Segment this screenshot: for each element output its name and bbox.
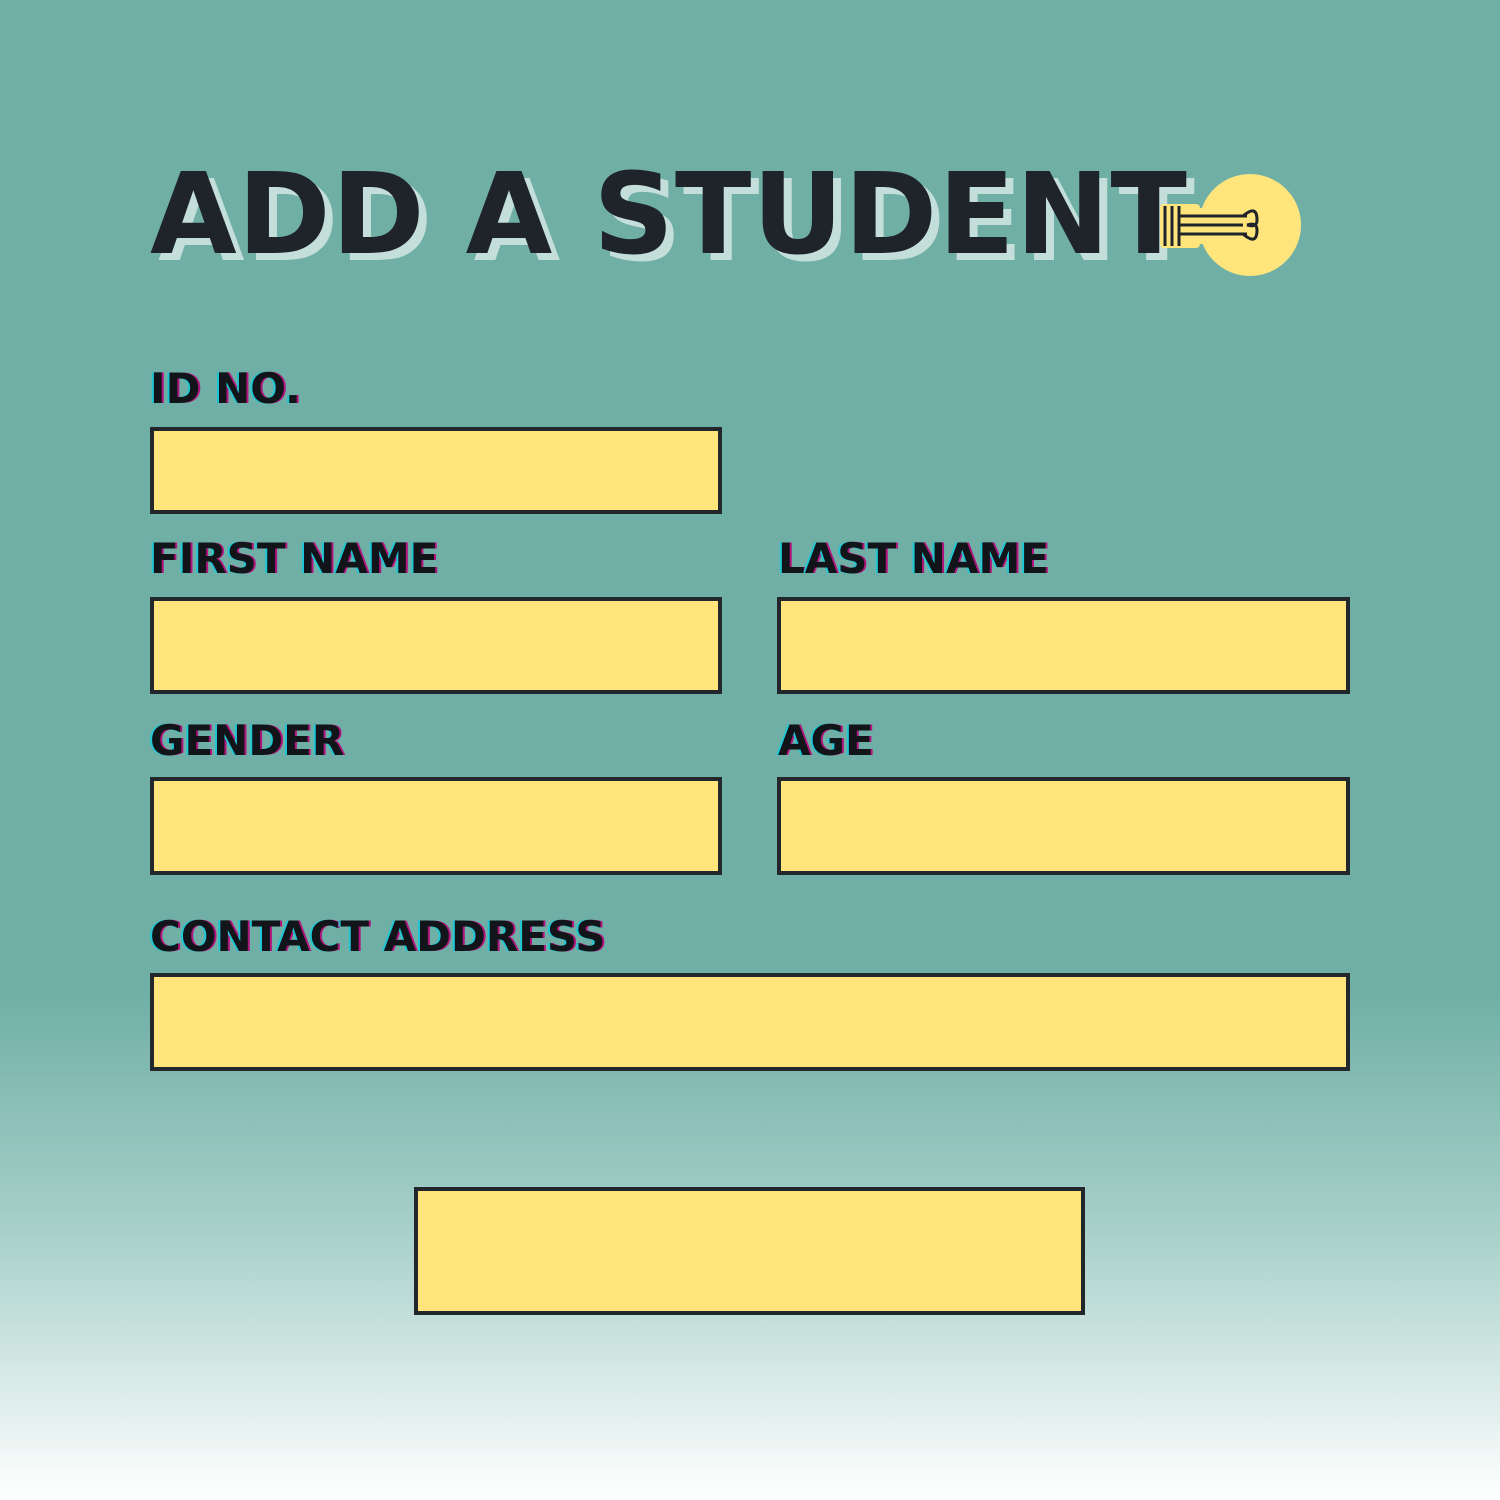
first-name-field[interactable] [150, 597, 722, 694]
id-no-field[interactable] [150, 427, 722, 514]
submit-button[interactable] [414, 1187, 1085, 1315]
first-name-label: FIRST NAME [150, 534, 439, 583]
id-no-label: ID NO. [150, 364, 301, 413]
gender-field[interactable] [150, 777, 722, 875]
last-name-label: LAST NAME [778, 534, 1049, 583]
page-title: ADD A STUDENT [150, 150, 1188, 280]
gender-label: GENDER [150, 716, 345, 765]
contact-address-field[interactable] [150, 973, 1350, 1071]
last-name-field[interactable] [777, 597, 1350, 694]
lightbulb-icon [1160, 174, 1301, 276]
age-label: AGE [778, 716, 874, 765]
age-field[interactable] [777, 777, 1350, 875]
contact-address-label: CONTACT ADDRESS [150, 912, 606, 961]
